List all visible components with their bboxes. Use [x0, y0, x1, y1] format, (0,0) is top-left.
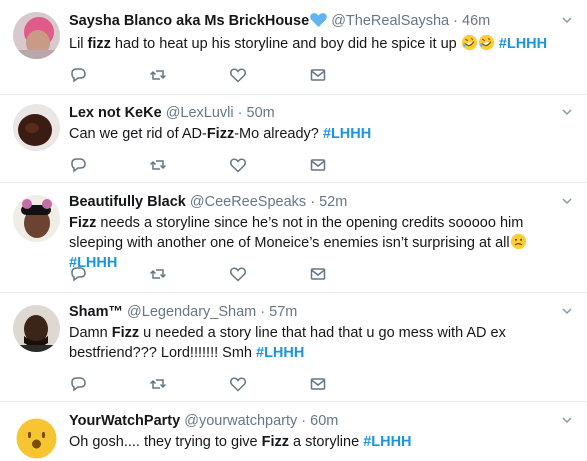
reply-icon [71, 267, 86, 282]
envelope-icon [310, 69, 326, 81]
tweet[interactable]: YourWatchParty @yourwatchparty · 60m Oh … [0, 402, 587, 461]
rolling-laughing-icon [461, 34, 478, 51]
retweet-button[interactable] [149, 66, 229, 84]
author-handle[interactable]: @LexLuvli [166, 105, 234, 121]
rolling-laughing-icon [478, 34, 495, 51]
separator-dot: · [310, 194, 316, 210]
reply-button[interactable] [69, 66, 149, 84]
separator-dot: · [301, 413, 307, 429]
tweet[interactable]: Saysha Blanco aka Ms BrickHouse @TheReal… [0, 0, 587, 95]
avatar[interactable] [13, 305, 60, 352]
tweet-text: Can we get rid of AD-Fizz-Mo already? #L… [69, 124, 577, 144]
hashtag-link[interactable]: #LHHH [499, 36, 547, 52]
tweet-text: Lil fizz had to heat up his storyline an… [69, 34, 577, 54]
like-button[interactable] [229, 156, 309, 174]
message-button[interactable] [309, 375, 389, 393]
envelope-icon [310, 159, 326, 171]
envelope-icon [310, 268, 326, 280]
tweet[interactable]: Beautifully Black @CeeReeSpeaks · 52m Fi… [0, 183, 587, 293]
heart-icon [230, 267, 246, 282]
highlighted-term: Fizz [261, 434, 290, 450]
tweet-text: Damn Fizz u needed a story line that had… [69, 323, 577, 363]
tweet-text-part: a storyline [289, 434, 364, 450]
timestamp[interactable]: 60m [310, 413, 338, 429]
timestamp[interactable]: 50m [247, 105, 275, 121]
author-name[interactable]: Saysha Blanco aka Ms BrickHouse [69, 13, 309, 29]
reply-icon [71, 377, 86, 392]
heart-icon [230, 68, 246, 83]
reply-icon [71, 68, 86, 83]
tweet[interactable]: Lex not KeKe @LexLuvli · 50m Can we get … [0, 95, 587, 183]
tweet-text-part: needs a storyline since he’s not in the … [69, 215, 524, 251]
message-button[interactable] [309, 265, 389, 283]
reply-button[interactable] [69, 156, 149, 174]
tweet-text-part: Can we get rid of AD- [69, 126, 207, 142]
tweet-text-part: Oh gosh.... they trying to give [69, 434, 262, 450]
highlighted-term: Fizz [111, 325, 140, 341]
heart-icon [230, 158, 246, 173]
like-button[interactable] [229, 375, 309, 393]
tweet-text-part: -Mo already? [234, 126, 323, 142]
author-name[interactable]: YourWatchParty [69, 413, 180, 429]
retweet-icon [149, 269, 167, 279]
hashtag-link[interactable]: #LHHH [363, 434, 411, 450]
retweet-icon [149, 379, 167, 389]
avatar[interactable] [13, 195, 60, 242]
like-button[interactable] [229, 265, 309, 283]
timestamp[interactable]: 52m [319, 194, 347, 210]
chevron-down-icon[interactable] [561, 414, 573, 426]
envelope-icon [310, 378, 326, 390]
author-handle[interactable]: @CeeReeSpeaks [190, 194, 306, 210]
tweet[interactable]: Sham™ @Legendary_Sham · 57m Damn Fizz u … [0, 293, 587, 402]
reply-icon [71, 158, 86, 173]
chevron-down-icon[interactable] [561, 305, 573, 317]
reply-button[interactable] [69, 375, 149, 393]
tweet-text-part: Damn [69, 325, 112, 341]
separator-dot: · [260, 304, 266, 320]
separator-dot: · [453, 13, 458, 29]
tweet-text: Fizz needs a storyline since he’s not in… [69, 213, 577, 273]
hashtag-link[interactable]: #LHHH [256, 345, 304, 361]
chevron-down-icon[interactable] [561, 106, 573, 118]
retweet-icon [149, 70, 167, 80]
author-handle[interactable]: @yourwatchparty [184, 413, 297, 429]
highlighted-term: Fizz [69, 215, 97, 231]
avatar[interactable] [13, 12, 60, 59]
retweet-button[interactable] [149, 265, 229, 283]
timestamp[interactable]: 46m [462, 13, 490, 29]
separator-dot: · [237, 105, 243, 121]
retweet-button[interactable] [149, 156, 229, 174]
heart-icon [230, 377, 246, 392]
author-handle[interactable]: @TheRealSaysha [331, 13, 449, 29]
tweet-text-part: had to heat up his storyline and boy did… [110, 36, 461, 52]
highlighted-term: fizz [87, 36, 111, 52]
chevron-down-icon[interactable] [561, 195, 573, 207]
frowning-face-icon [510, 233, 527, 250]
tweet-text: Oh gosh.... they trying to give Fizz a s… [69, 432, 577, 452]
avatar[interactable] [13, 104, 60, 151]
author-name[interactable]: Lex not KeKe [69, 105, 162, 121]
tweet-text-part: Lil [69, 36, 88, 52]
like-button[interactable] [229, 66, 309, 84]
blue-heart-icon [310, 12, 327, 33]
message-button[interactable] [309, 66, 389, 84]
author-name[interactable]: Sham™ [69, 304, 123, 320]
retweet-button[interactable] [149, 375, 229, 393]
hashtag-link[interactable]: #LHHH [323, 126, 371, 142]
avatar[interactable] [13, 415, 60, 461]
highlighted-term: Fizz [206, 126, 235, 142]
retweet-icon [149, 160, 167, 170]
reply-button[interactable] [69, 265, 149, 283]
author-name[interactable]: Beautifully Black [69, 194, 186, 210]
author-handle[interactable]: @Legendary_Sham [127, 304, 256, 320]
message-button[interactable] [309, 156, 389, 174]
timestamp[interactable]: 57m [269, 304, 297, 320]
chevron-down-icon[interactable] [561, 14, 573, 26]
